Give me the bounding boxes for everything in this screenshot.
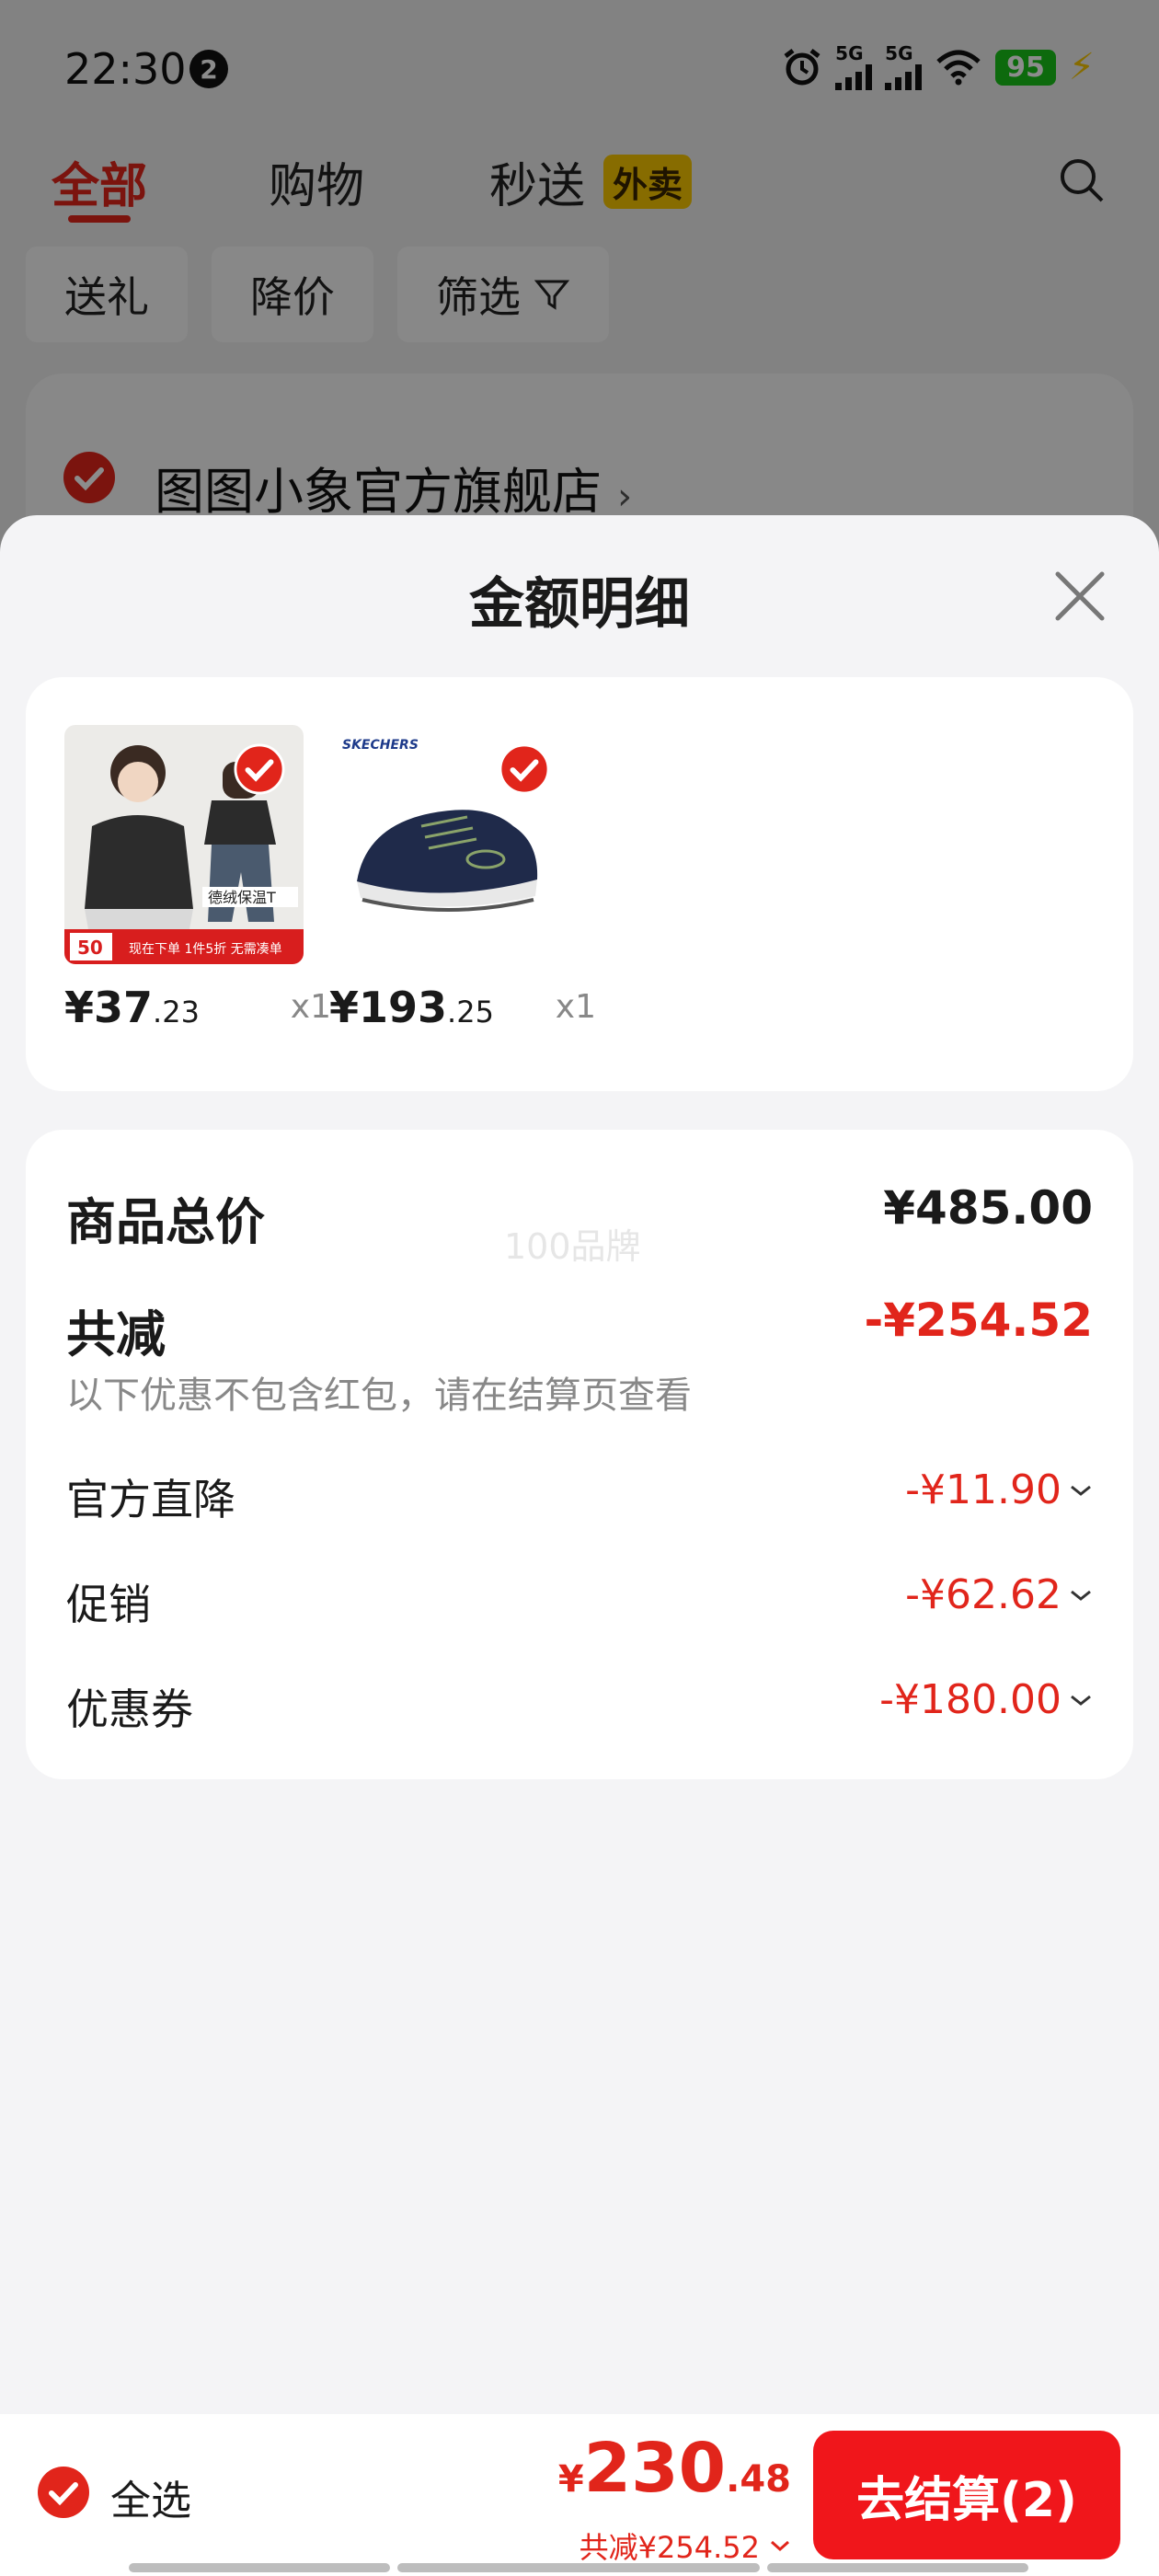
item-check-icon[interactable] [499, 743, 550, 795]
coupon-label: 优惠券 [66, 1685, 193, 1734]
official-drop-label: 官方直降 [66, 1475, 235, 1524]
svg-text:现在下单 1件5折 无需凑单: 现在下单 1件5折 无需凑单 [129, 941, 282, 957]
promo-row[interactable]: 促销 -¥62.62 [66, 1571, 1093, 1629]
item-qty: x1 [290, 988, 331, 1026]
discount-value: -¥254.52 [864, 1294, 1094, 1347]
product-thumbnail-sweater[interactable]: 德绒保温T 50 现在下单 1件5折 无需凑单 [64, 725, 304, 964]
discount-row: 共减 -¥254.52 [66, 1294, 1094, 1363]
chevron-down-icon[interactable] [1069, 1692, 1093, 1708]
item-price: ¥37.23 [64, 983, 200, 1032]
promo-value: -¥62.62 [905, 1571, 1093, 1618]
gesture-bar [129, 2563, 1030, 2572]
coupon-row[interactable]: 优惠券 -¥180.00 [66, 1676, 1093, 1734]
item-price-dec: .25 [447, 995, 494, 1029]
item-price-int: ¥193 [329, 983, 448, 1032]
checkout-button[interactable]: 去结算(2) [813, 2431, 1120, 2559]
promo-amount: -¥62.62 [905, 1571, 1061, 1618]
chevron-down-icon[interactable] [1069, 1482, 1093, 1499]
item-price-dec: .23 [153, 995, 200, 1029]
pay-total: ¥230.48 [558, 2429, 791, 2508]
pay-total-dec: .48 [726, 2458, 791, 2501]
amount-details-sheet: 金额明细 德绒保温T 50 现在下单 1件5折 无需凑单 ¥37.23 x1 S… [0, 515, 1159, 2576]
chevron-down-icon[interactable] [1069, 1587, 1093, 1604]
saved-text: 共减¥254.52 [579, 2530, 760, 2565]
sheet-title: 金额明细 [469, 572, 690, 637]
total-row: 商品总价 ¥485.00 [66, 1181, 1093, 1251]
item-check-icon[interactable] [234, 743, 285, 795]
item-qty: x1 [555, 988, 596, 1026]
total-value: ¥485.00 [883, 1181, 1093, 1235]
svg-text:SKECHERS: SKECHERS [342, 738, 419, 753]
official-drop-amount: -¥11.90 [905, 1466, 1061, 1513]
product-thumbnail-shoe[interactable]: SKECHERS [329, 725, 568, 964]
price-summary-card: 100品牌 商品总价 ¥485.00 共减 -¥254.52 以下优惠不包含红包… [26, 1130, 1133, 1779]
official-drop-row[interactable]: 官方直降 -¥11.90 [66, 1466, 1093, 1524]
select-all-check-icon[interactable] [37, 2466, 90, 2519]
items-card: 德绒保温T 50 现在下单 1件5折 无需凑单 ¥37.23 x1 SKECHE… [26, 677, 1133, 1091]
close-icon[interactable] [1052, 569, 1107, 624]
coupon-value: -¥180.00 [879, 1676, 1093, 1723]
item-price-line: ¥37.23 x1 [64, 983, 331, 1038]
svg-text:50: 50 [77, 937, 103, 959]
product-item[interactable]: SKECHERS ¥193.25 x1 [329, 725, 596, 1032]
checkout-label: 去结算(2) [856, 2472, 1077, 2528]
chevron-down-icon [771, 2540, 789, 2552]
discount-note: 以下优惠不包含红包，请在结算页查看 [66, 1374, 692, 1417]
svg-text:德绒保温T: 德绒保温T [208, 889, 276, 906]
dim-overlay[interactable] [0, 0, 1159, 552]
saved-summary[interactable]: 共减¥254.52 [580, 2524, 791, 2567]
item-price: ¥193.25 [329, 983, 494, 1032]
discount-label: 共减 [66, 1305, 166, 1363]
product-item[interactable]: 德绒保温T 50 现在下单 1件5折 无需凑单 ¥37.23 x1 [64, 725, 331, 1032]
item-price-int: ¥37 [64, 983, 154, 1032]
coupon-amount: -¥180.00 [879, 1676, 1061, 1723]
select-all-label[interactable]: 全选 [110, 2467, 191, 2526]
item-price-line: ¥193.25 x1 [329, 983, 596, 1038]
checkout-bar: 全选 ¥230.48 共减¥254.52 去结算(2) [0, 2414, 1159, 2576]
total-label: 商品总价 [66, 1193, 265, 1251]
pay-total-int: 230 [583, 2429, 727, 2508]
promo-label: 促销 [66, 1580, 151, 1629]
pay-currency: ¥ [557, 2458, 584, 2501]
official-drop-value: -¥11.90 [905, 1466, 1093, 1513]
